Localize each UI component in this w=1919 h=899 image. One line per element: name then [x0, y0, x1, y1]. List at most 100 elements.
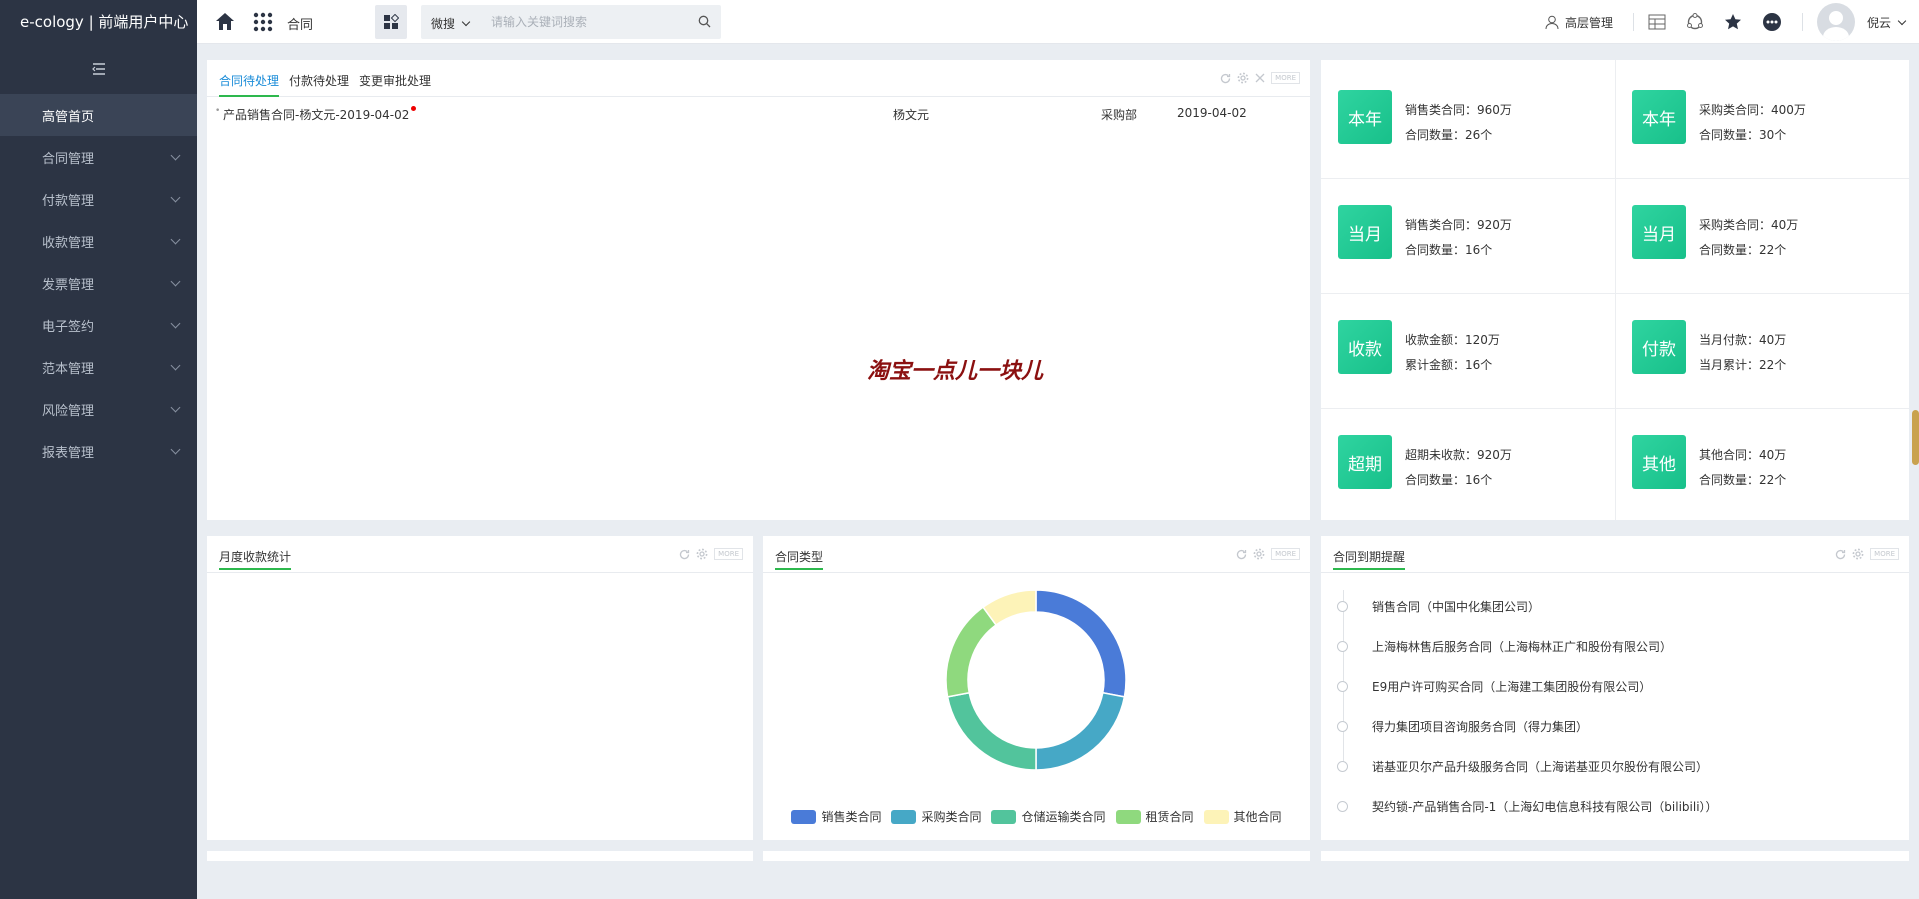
app-grid-icon[interactable]: [253, 12, 273, 35]
legend-swatch: [891, 809, 917, 824]
stat-card[interactable]: 其他 其他合同：40万 合同数量：22个: [1615, 405, 1905, 520]
sidebar-item-label: 发票管理: [42, 277, 95, 293]
menu-collapse-icon[interactable]: [0, 44, 197, 94]
refresh-icon[interactable]: [1236, 549, 1247, 560]
settings-gear-icon[interactable]: [1253, 548, 1265, 560]
sidebar-item[interactable]: 收款管理: [0, 220, 197, 262]
legend-item[interactable]: 租赁合同: [1115, 808, 1194, 825]
stat-card[interactable]: 付款 当月付款：40万 当月累计：22个: [1615, 290, 1905, 405]
monthly-more-link[interactable]: MORE: [714, 548, 743, 560]
stat-card[interactable]: 收款 收款金额：120万 累计金额：16个: [1321, 290, 1611, 405]
legend-label: 其他合同: [1233, 810, 1282, 824]
chevron-down-icon: [170, 234, 181, 244]
bullet-icon: •: [215, 106, 221, 116]
todo-more-link[interactable]: MORE: [1271, 72, 1300, 84]
stat-secondary: 合同数量：22个: [1699, 473, 1787, 487]
list-item[interactable]: 契约锁-产品销售合同-1（上海幻电信息科技有限公司（bilibili））: [1337, 796, 1718, 816]
stat-primary: 采购类合同：400万: [1699, 103, 1806, 117]
sidebar-item[interactable]: 风险管理: [0, 388, 197, 430]
refresh-icon[interactable]: [679, 549, 690, 560]
legend-item[interactable]: 仓储运输类合同: [991, 808, 1106, 825]
legend-swatch: [1115, 809, 1141, 824]
sidebar-item[interactable]: 高管首页: [0, 94, 197, 136]
donut-slice-2[interactable]: [946, 691, 1037, 771]
donut-slice-3[interactable]: [945, 606, 998, 698]
contract-type-more-link[interactable]: MORE: [1271, 548, 1300, 560]
sidebar-item-label: 收款管理: [42, 235, 95, 251]
monthly-collection-panel: 月度收款统计 MORE: [207, 536, 753, 840]
tab-todo[interactable]: 付款待处理: [289, 72, 349, 97]
module-switch-button[interactable]: [375, 5, 407, 39]
timeline-dot-icon: [1337, 680, 1348, 692]
legend-item[interactable]: 采购类合同: [891, 808, 981, 825]
home-icon[interactable]: [215, 12, 235, 34]
close-icon[interactable]: [1255, 73, 1265, 83]
stat-primary: 采购类合同：40万: [1699, 218, 1799, 232]
module-name[interactable]: 合同: [287, 14, 313, 33]
tab-todo[interactable]: 变更审批处理: [359, 72, 431, 97]
sync-icon[interactable]: [1686, 13, 1704, 31]
table-row[interactable]: • 产品销售合同-杨文元-2019-04-02 杨文元 采购部 2019-04-…: [215, 106, 1302, 124]
sidebar-item-label: 范本管理: [42, 361, 95, 377]
sidebar-item[interactable]: 发票管理: [0, 262, 197, 304]
stat-primary: 超期未收款：920万: [1405, 448, 1512, 462]
contract-type-donut-chart: [945, 589, 1127, 771]
stat-card[interactable]: 当月 采购类合同：40万 合同数量：22个: [1615, 175, 1905, 290]
stat-card[interactable]: 本年 销售类合同：960万 合同数量：26个: [1321, 60, 1611, 175]
user-menu-chevron-icon[interactable]: [1897, 16, 1907, 25]
stat-card[interactable]: 当月 销售类合同：920万 合同数量：16个: [1321, 175, 1611, 290]
executive-management-button[interactable]: 高层管理: [1545, 14, 1613, 31]
expiry-reminder-title: 合同到期提醒: [1333, 548, 1406, 570]
stat-secondary: 合同数量：30个: [1699, 128, 1787, 142]
sidebar-item[interactable]: 电子签约: [0, 304, 197, 346]
more-options-icon[interactable]: [1762, 12, 1782, 32]
search-input[interactable]: [491, 11, 691, 33]
list-item[interactable]: 销售合同（中国中化集团公司）: [1337, 596, 1540, 616]
chart-legend: 销售类合同 采购类合同 仓储运输类合同 租赁合同 其他合同: [763, 808, 1310, 825]
chevron-down-icon: [170, 318, 181, 328]
list-item[interactable]: E9用户许可购买合同（上海建工集团股份有限公司）: [1337, 676, 1651, 696]
page-scrollbar[interactable]: [1912, 410, 1919, 465]
legend-item[interactable]: 其他合同: [1203, 808, 1282, 825]
list-item[interactable]: 诺基亚贝尔产品升级服务合同（上海诺基亚贝尔股份有限公司）: [1337, 756, 1708, 776]
sidebar-item[interactable]: 范本管理: [0, 346, 197, 388]
settings-gear-icon[interactable]: [1237, 72, 1249, 84]
tab-todo[interactable]: 合同待处理: [219, 72, 280, 97]
legend-item[interactable]: 销售类合同: [791, 808, 881, 825]
settings-gear-icon[interactable]: [696, 548, 708, 560]
legend-label: 仓储运输类合同: [1021, 810, 1106, 824]
settings-gear-icon[interactable]: [1852, 548, 1864, 560]
refresh-icon[interactable]: [1835, 549, 1846, 560]
user-name[interactable]: 倪云: [1867, 14, 1891, 31]
stats-panel: 本年 销售类合同：960万 合同数量：26个 本年 采购类合同：400万 合同数量：30个…: [1321, 60, 1909, 520]
sidebar-item[interactable]: 报表管理: [0, 430, 197, 472]
sidebar-item-label: 风险管理: [42, 403, 95, 419]
list-item[interactable]: 上海梅林售后服务合同（上海梅林正广和股份有限公司）: [1337, 636, 1672, 656]
timeline-dot-icon: [1337, 600, 1348, 612]
stat-primary: 销售类合同：920万: [1405, 218, 1512, 232]
bottom-panel-left: [207, 851, 753, 861]
expiry-reminder-panel: 合同到期提醒 MORE 销售合同（中国中化集团公司） 上海梅林售后服务合同（上海梅…: [1321, 536, 1909, 840]
list-item[interactable]: 得力集团项目咨询服务合同（得力集团）: [1337, 716, 1588, 736]
sidebar-item[interactable]: 合同管理: [0, 136, 197, 178]
stat-secondary: 合同数量：26个: [1405, 128, 1493, 142]
timeline-dot-icon: [1337, 760, 1348, 772]
stat-card[interactable]: 超期 超期未收款：920万 合同数量：16个: [1321, 405, 1611, 520]
donut-slice-1[interactable]: [1035, 691, 1126, 771]
dashboard-icon[interactable]: [1648, 14, 1666, 30]
donut-slice-0[interactable]: [1035, 589, 1127, 698]
search-icon[interactable]: [698, 15, 711, 31]
todo-title[interactable]: 产品销售合同-杨文元-2019-04-02: [223, 106, 417, 123]
refresh-icon[interactable]: [1220, 73, 1231, 84]
header-divider: [1801, 13, 1803, 31]
todo-panel: 合同待处理 付款待处理 变更审批处理 MORE • 产品销售合同-杨文元-2019-…: [207, 60, 1310, 520]
stat-card[interactable]: 本年 采购类合同：400万 合同数量：30个: [1615, 60, 1905, 175]
user-avatar[interactable]: [1816, 3, 1855, 41]
expiry-more-link[interactable]: MORE: [1870, 548, 1899, 560]
search-scope-select[interactable]: 微搜: [431, 15, 471, 32]
favorite-star-icon[interactable]: [1724, 13, 1742, 31]
timeline-dot-icon: [1337, 640, 1348, 652]
sidebar: e-cology | 前端用户中心 高管首页 合同管理 付款管理 收款管理 发票管理 电子…: [0, 0, 197, 899]
sidebar-item[interactable]: 付款管理: [0, 178, 197, 220]
expiry-contract-name: 销售合同（中国中化集团公司）: [1372, 599, 1541, 614]
